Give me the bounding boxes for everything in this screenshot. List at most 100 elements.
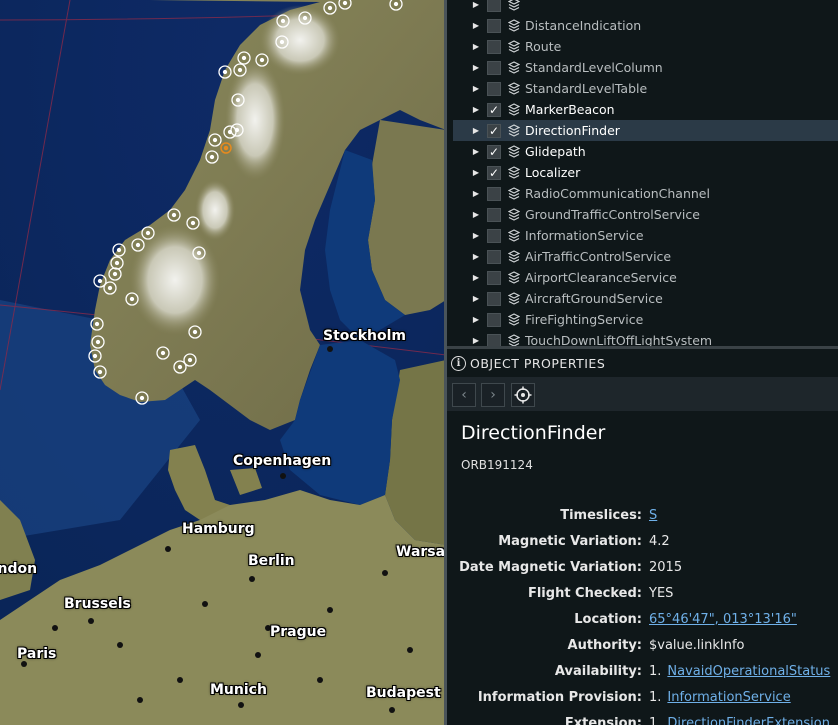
layer-checkbox[interactable] [487, 81, 501, 96]
snow-central-norway [225, 60, 285, 180]
layer-tree-item-label: GroundTrafficControlService [525, 207, 700, 222]
layer-tree-item-label: DirectionFinder [525, 123, 620, 138]
layer-checkbox[interactable] [487, 291, 501, 306]
property-row: Extension: 1. DirectionFinderExtension [447, 716, 838, 725]
property-value-link[interactable]: DirectionFinderExtension [667, 716, 830, 725]
layer-tree-item[interactable]: ▶ ✓ DirectionFinder [453, 120, 838, 141]
expand-arrow-icon[interactable]: ▶ [469, 84, 483, 93]
layer-tree-item[interactable]: ▶ TouchDownLiftOffLightSystem [453, 330, 838, 346]
property-value-link[interactable]: 65°46'47", 013°13'16" [649, 612, 797, 627]
layer-checkbox[interactable] [487, 312, 501, 327]
city-label-brussels: Brussels [64, 596, 131, 612]
layer-tree-item[interactable]: ▶ FireFightingService [453, 309, 838, 330]
property-value-link[interactable]: NavaidOperationalStatus [667, 664, 830, 679]
property-key: Flight Checked: [527, 586, 642, 601]
object-identifier: ORB191124 [461, 458, 533, 472]
layers-icon [507, 82, 521, 96]
layer-tree-item[interactable]: ▶ StandardLevelColumn [453, 57, 838, 78]
object-title: DirectionFinder [461, 422, 606, 444]
property-value-list[interactable]: 1. InformationService [649, 690, 791, 705]
layer-tree-item-label: TouchDownLiftOffLightSystem [525, 333, 713, 346]
layer-checkbox[interactable]: ✓ [487, 165, 501, 180]
layer-tree-item[interactable]: ▶ ✓ MarkerBeacon [453, 99, 838, 120]
property-row: Flight Checked: YES [447, 586, 838, 606]
expand-arrow-icon[interactable]: ▶ [469, 231, 483, 240]
back-button[interactable]: ‹ [452, 383, 476, 407]
city-label-budapest: Budapest [366, 685, 441, 701]
layer-tree-item[interactable]: ▶ RadioCommunicationChannel [453, 183, 838, 204]
property-value-list[interactable]: 1. DirectionFinderExtension [649, 716, 830, 725]
layers-icon [507, 334, 521, 346]
layer-tree-item[interactable]: ▶ AircraftGroundService [453, 288, 838, 309]
layer-checkbox[interactable] [487, 207, 501, 222]
map-canvas[interactable] [0, 0, 446, 725]
expand-arrow-icon[interactable]: ▶ [469, 273, 483, 282]
locate-on-map-button[interactable] [511, 383, 535, 407]
property-value-link[interactable]: S [649, 508, 657, 523]
expand-arrow-icon[interactable]: ▶ [469, 105, 483, 114]
expand-arrow-icon[interactable]: ▶ [469, 147, 483, 156]
expand-arrow-icon[interactable]: ▶ [469, 42, 483, 51]
layer-checkbox[interactable]: ✓ [487, 144, 501, 159]
expand-arrow-icon[interactable]: ▶ [469, 189, 483, 198]
layer-tree-item-label: Glidepath [525, 144, 586, 159]
layer-checkbox[interactable] [487, 186, 501, 201]
layer-tree-item[interactable]: ▶ StandardLevelTable [453, 78, 838, 99]
layer-tree[interactable]: ▶ ▶ DistanceIndication ▶ Route ▶ StandardLevel… [447, 0, 838, 346]
layer-tree-item[interactable]: ▶ GroundTrafficControlService [453, 204, 838, 225]
layer-checkbox[interactable]: ✓ [487, 123, 501, 138]
property-value-list[interactable]: 1. NavaidOperationalStatus [649, 664, 830, 679]
layer-tree-item[interactable]: ▶ DistanceIndication [453, 15, 838, 36]
layer-checkbox[interactable] [487, 0, 501, 12]
layers-icon [507, 40, 521, 54]
expand-arrow-icon[interactable]: ▶ [469, 210, 483, 219]
list-index: 1. [649, 716, 662, 725]
layer-tree-item-label: InformationService [525, 228, 644, 243]
layer-checkbox[interactable] [487, 249, 501, 264]
chevron-left-icon: ‹ [461, 387, 467, 403]
list-index: 1. [649, 690, 662, 705]
property-value: 4.2 [649, 534, 670, 549]
layer-tree-item-label: FireFightingService [525, 312, 644, 327]
layer-checkbox[interactable] [487, 228, 501, 243]
layer-tree-item[interactable]: ▶ AirTrafficControlService [453, 246, 838, 267]
forward-button[interactable]: › [481, 383, 505, 407]
layer-tree-item[interactable]: ▶ AirportClearanceService [453, 267, 838, 288]
layer-checkbox[interactable] [487, 18, 501, 33]
property-value-link[interactable]: InformationService [667, 690, 790, 705]
layers-icon [507, 313, 521, 327]
map-view[interactable]: Stockholm Copenhagen Hamburg Berlin Wars… [0, 0, 446, 725]
expand-arrow-icon[interactable]: ▶ [469, 315, 483, 324]
layer-tree-item-label: StandardLevelTable [525, 81, 648, 96]
layer-tree-item[interactable]: ▶ ✓ Glidepath [453, 141, 838, 162]
layer-tree-item-label: AirportClearanceService [525, 270, 677, 285]
property-key: Timeslices: [560, 508, 642, 523]
expand-arrow-icon[interactable]: ▶ [469, 336, 483, 345]
layer-checkbox[interactable]: ✓ [487, 102, 501, 117]
layer-checkbox[interactable] [487, 60, 501, 75]
property-row: Availability: 1. NavaidOperationalStatus [447, 664, 838, 684]
city-label-london: London [0, 561, 38, 577]
expand-arrow-icon[interactable]: ▶ [469, 63, 483, 72]
expand-arrow-icon[interactable]: ▶ [469, 294, 483, 303]
layer-tree-item[interactable]: ▶ InformationService [453, 225, 838, 246]
expand-arrow-icon[interactable]: ▶ [469, 21, 483, 30]
property-row: Magnetic Variation: 4.2 [447, 534, 838, 554]
expand-arrow-icon[interactable]: ▶ [469, 252, 483, 261]
layer-tree-item[interactable]: ▶ Route [453, 36, 838, 57]
layer-checkbox[interactable] [487, 333, 501, 346]
expand-arrow-icon[interactable]: ▶ [469, 168, 483, 177]
property-row: Authority: $value.linkInfo [447, 638, 838, 658]
expand-arrow-icon[interactable]: ▶ [469, 0, 483, 9]
property-key: Location: [574, 612, 642, 627]
layer-tree-item[interactable]: ▶ [453, 0, 838, 15]
layer-tree-item-label: MarkerBeacon [525, 102, 615, 117]
layers-icon [507, 229, 521, 243]
side-panel: ▶ ▶ DistanceIndication ▶ Route ▶ StandardLevel… [447, 0, 838, 725]
layer-tree-item[interactable]: ▶ ✓ Localizer [453, 162, 838, 183]
expand-arrow-icon[interactable]: ▶ [469, 126, 483, 135]
property-key: Date Magnetic Variation: [459, 560, 642, 575]
layer-checkbox[interactable] [487, 39, 501, 54]
layer-checkbox[interactable] [487, 270, 501, 285]
layers-icon [507, 0, 521, 12]
